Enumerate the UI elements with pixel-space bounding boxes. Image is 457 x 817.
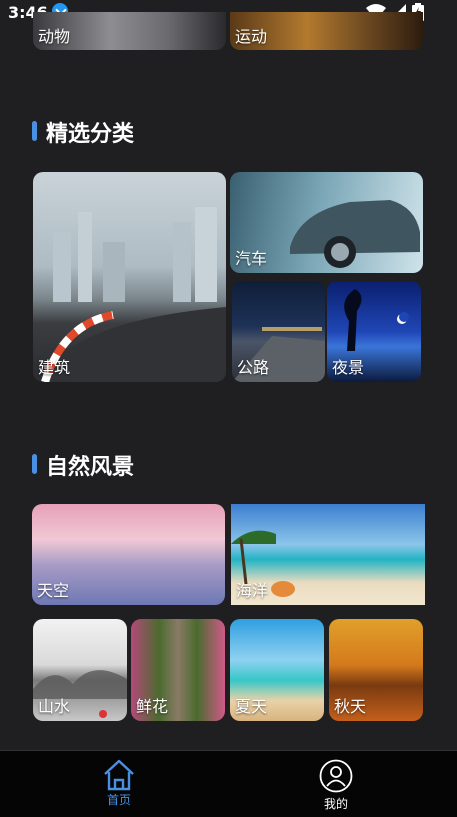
section-title-nature: 自然风景 xyxy=(46,455,135,480)
bottom-navigation: 首页 我的 xyxy=(0,750,457,817)
category-label: 汽车 xyxy=(235,249,268,268)
category-card-ocean[interactable]: 海洋 xyxy=(231,504,425,605)
category-label: 建筑 xyxy=(38,358,71,377)
category-card-road[interactable]: 公路 xyxy=(232,281,325,382)
category-label: 动物 xyxy=(38,27,71,46)
category-card-architecture[interactable]: 建筑 xyxy=(33,172,226,382)
category-card-sport[interactable]: 运动 xyxy=(230,12,423,50)
category-card-autumn[interactable]: 秋天 xyxy=(329,619,423,721)
nav-label-profile: 我的 xyxy=(323,797,348,811)
category-label: 山水 xyxy=(38,697,71,716)
category-card-night[interactable]: 夜景 xyxy=(327,281,421,382)
section-title-featured: 精选分类 xyxy=(46,122,135,147)
category-card-flowers[interactable]: 鲜花 xyxy=(131,619,225,721)
section-indicator xyxy=(32,121,37,141)
category-label: 鲜花 xyxy=(136,697,169,716)
nav-item-profile[interactable]: 我的 xyxy=(307,759,365,815)
home-icon xyxy=(101,757,137,793)
architecture-image xyxy=(41,207,226,382)
category-label: 天空 xyxy=(37,581,70,600)
category-label: 夏天 xyxy=(235,697,268,716)
category-label: 夜景 xyxy=(332,358,365,377)
category-card-summer[interactable]: 夏天 xyxy=(230,619,324,721)
nav-label-home: 首页 xyxy=(106,793,131,807)
category-card-animal[interactable]: 动物 xyxy=(33,12,226,50)
category-card-sky[interactable]: 天空 xyxy=(32,504,225,605)
category-card-landscape[interactable]: 山水 xyxy=(33,619,127,721)
section-indicator xyxy=(32,454,37,474)
category-card-car[interactable]: 汽车 xyxy=(230,172,423,273)
category-label: 海洋 xyxy=(236,581,269,600)
nav-item-home[interactable]: 首页 xyxy=(90,757,148,813)
profile-icon xyxy=(319,759,353,793)
category-label: 秋天 xyxy=(334,697,367,716)
category-label: 公路 xyxy=(237,358,270,377)
category-label: 运动 xyxy=(235,27,268,46)
